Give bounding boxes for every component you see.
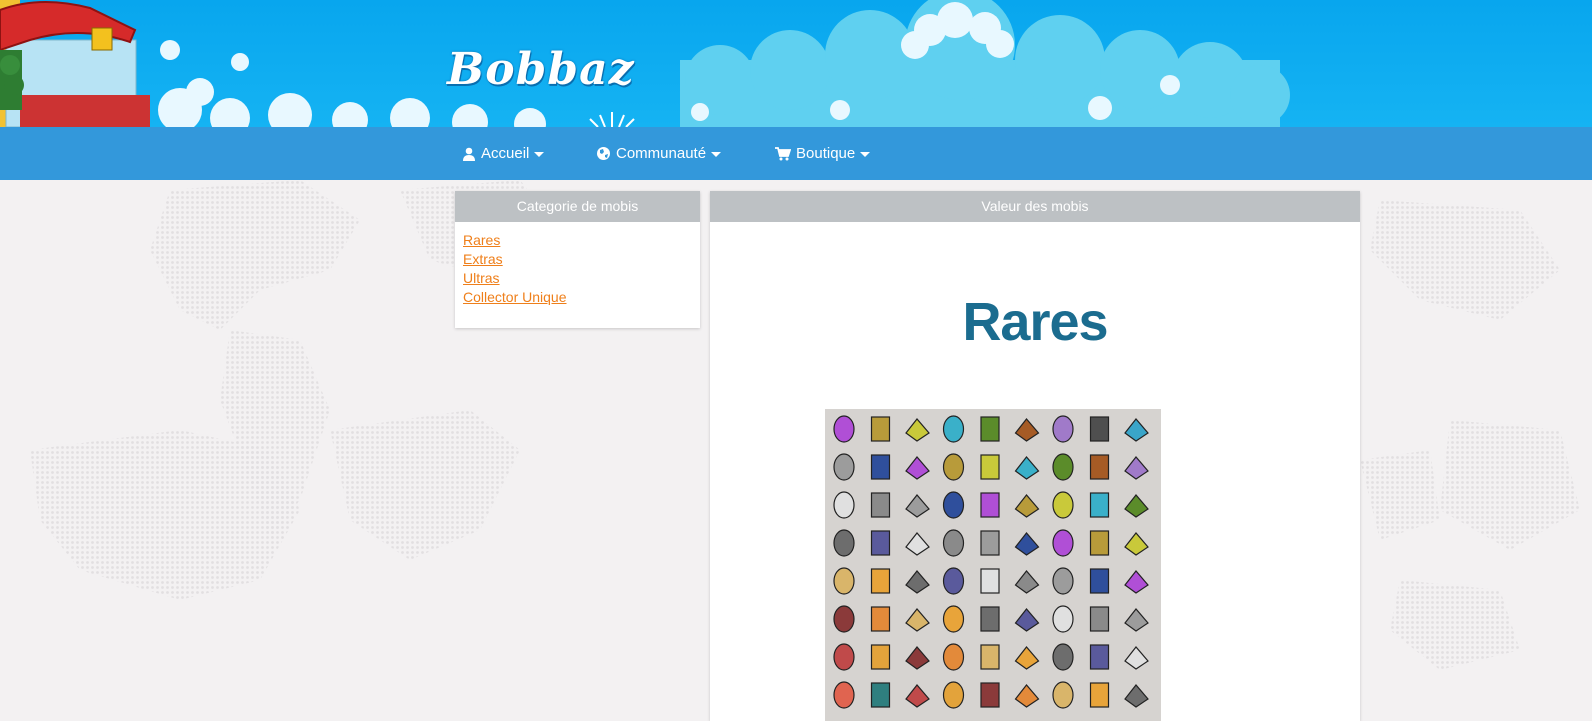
header-banner: Bobbaz (0, 0, 1592, 127)
furni-sprite (942, 643, 965, 671)
furni-sprite (833, 643, 855, 671)
furni-sprite (1089, 568, 1110, 594)
chevron-down-icon (711, 152, 722, 157)
furni-sprite (1052, 643, 1074, 671)
furni-sprite (1089, 644, 1110, 670)
nav-communaute-label: Communauté (616, 145, 707, 162)
chevron-down-icon (534, 152, 545, 157)
category-panel: Categorie de mobis Rares Extras Ultras C… (455, 191, 700, 328)
furni-sprite (870, 530, 891, 556)
chevron-down-icon (860, 152, 871, 157)
furni-sprite (980, 568, 1000, 594)
furni-sprite (1089, 492, 1110, 518)
values-panel-title: Valeur des mobis (710, 191, 1360, 222)
furni-sprite (1052, 567, 1074, 595)
furni-sprite (833, 567, 855, 595)
furni-sprite (980, 644, 1000, 670)
furni-sprite (1089, 454, 1110, 480)
category-panel-title: Categorie de mobis (455, 191, 700, 222)
furni-sprite (1089, 530, 1110, 556)
category-link-collector-unique[interactable]: Collector Unique (463, 288, 692, 307)
furni-sprite (1089, 606, 1110, 632)
furni-sprite (942, 453, 965, 481)
furni-sprite (833, 681, 855, 709)
category-link-rares[interactable]: Rares (463, 231, 692, 250)
furni-sprite (1052, 529, 1074, 557)
furni-sprite (1052, 491, 1074, 519)
furni-sprite (980, 492, 1000, 518)
furni-sprite (870, 454, 891, 480)
furni-sprite (942, 529, 965, 557)
furni-sprite (980, 606, 1000, 632)
furni-sprite (1052, 415, 1074, 443)
furni-sprite (833, 529, 855, 557)
furni-sprite (833, 605, 855, 633)
globe-icon (597, 147, 610, 160)
furni-sprite (870, 682, 891, 708)
category-list: Rares Extras Ultras Collector Unique (455, 222, 700, 316)
values-panel: Valeur des mobis Rares (710, 191, 1360, 721)
cart-icon (775, 146, 791, 160)
furni-sprite (980, 416, 1000, 442)
category-link-ultras[interactable]: Ultras (463, 269, 692, 288)
nav-accueil-label: Accueil (481, 145, 530, 162)
furni-sprite (870, 606, 891, 632)
furni-sprite (942, 415, 965, 443)
site-logo[interactable]: Bobbaz (447, 44, 635, 95)
furni-sprite (980, 682, 1000, 708)
furni-sprite (942, 605, 965, 633)
furni-sprite (833, 491, 855, 519)
furni-sprite (1052, 453, 1074, 481)
furni-sprite (870, 416, 891, 442)
furni-sprite (980, 454, 1000, 480)
page-heading: Rares (962, 292, 1108, 352)
main-nav: Accueil Communauté Boutique (0, 127, 1592, 180)
nav-accueil[interactable]: Accueil (462, 127, 545, 180)
user-icon (463, 147, 475, 161)
furni-sprite (1089, 416, 1110, 442)
furni-sprite (870, 492, 891, 518)
nav-boutique[interactable]: Boutique (775, 127, 871, 180)
furni-sprite (980, 530, 1000, 556)
furni-sprite (942, 567, 965, 595)
furni-sprite (833, 453, 855, 481)
furni-sprite (870, 644, 891, 670)
furni-sprite (1052, 605, 1074, 633)
category-link-extras[interactable]: Extras (463, 250, 692, 269)
rares-furni-image (825, 409, 1161, 721)
furni-sprite (833, 415, 855, 443)
banner-illustration (0, 0, 1290, 127)
furni-sprite (1052, 681, 1074, 709)
nav-boutique-label: Boutique (796, 145, 856, 162)
furni-sprite (1089, 682, 1110, 708)
nav-communaute[interactable]: Communauté (596, 127, 722, 180)
furni-sprite (942, 491, 965, 519)
furni-sprite (870, 568, 891, 594)
furni-sprite (942, 681, 965, 709)
